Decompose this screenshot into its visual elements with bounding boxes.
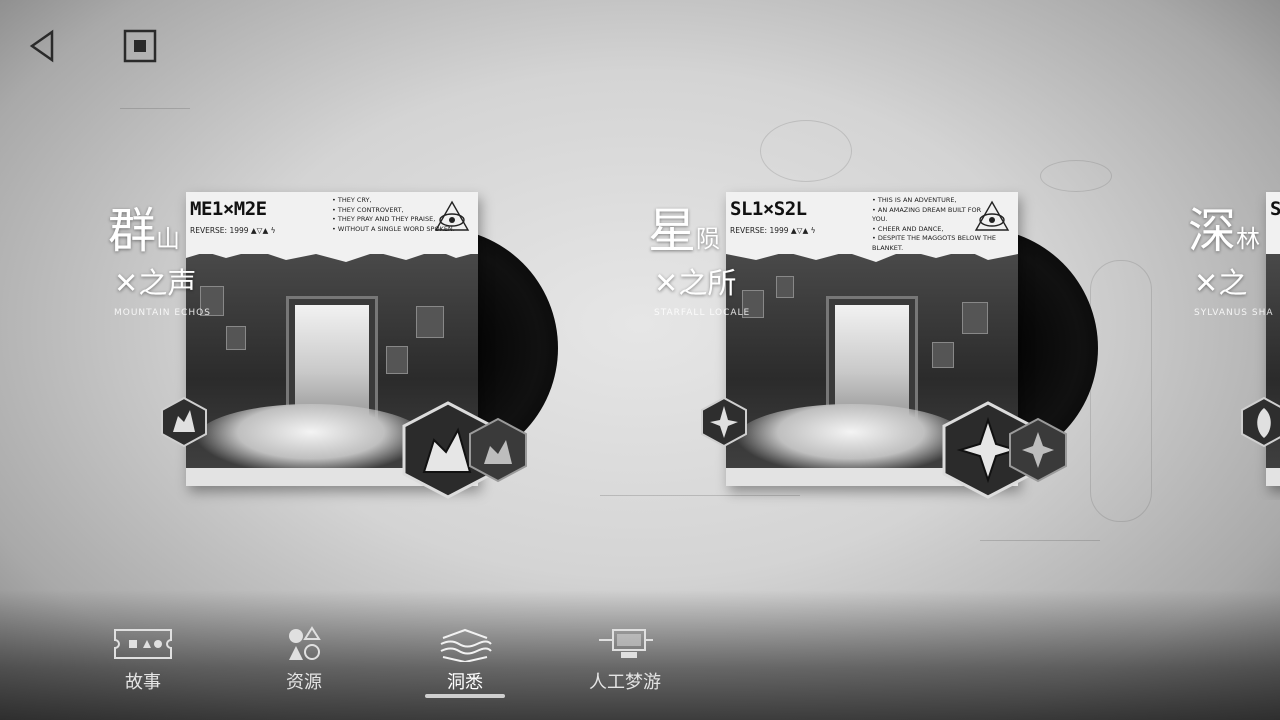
square-stop-icon (123, 29, 157, 63)
leaf-icon (1241, 396, 1280, 448)
background-sketch (1090, 260, 1152, 522)
stage-title: 群山 ✕之声 MOUNTAIN ECHOS (108, 204, 211, 318)
doorway (826, 296, 918, 420)
nav-label: 洞悉 (447, 672, 483, 693)
background-sketch-line (980, 540, 1100, 541)
nav-artificial-somnambulism[interactable]: 人工梦游 (575, 626, 675, 694)
title-line2: 之声 (138, 266, 197, 300)
nav-label: 资源 (286, 672, 322, 693)
cloud-mist (196, 404, 426, 474)
sleeve-header: ME1×M2E REVERSE: 1999 ▲▽▲ ϟ THEY CRY, TH… (186, 192, 478, 254)
title-main-char: 深 (1188, 203, 1237, 259)
title-line2: 之 (1218, 266, 1248, 300)
title-english: MOUNTAIN ECHOS (114, 308, 211, 318)
title-english: SYLVANUS SHA (1194, 308, 1274, 318)
active-tab-indicator (425, 694, 505, 698)
mountain-icon (161, 396, 207, 448)
shapes-icon (289, 626, 321, 660)
stage-card-starfall-locale[interactable]: SL1×S2L REVERSE: 1999 ▲▽▲ ϟ THIS IS AN A… (648, 190, 1098, 500)
cloud-mist (736, 404, 966, 474)
slash-cross-icon: ✕ (654, 266, 679, 300)
all-seeing-eye-icon (974, 200, 1010, 231)
doorway (286, 296, 378, 420)
computer-dream-icon (599, 629, 653, 658)
title-sub-char: 林 (1236, 225, 1261, 253)
slash-cross-icon: ✕ (114, 266, 139, 300)
stage-card-mountain-echos[interactable]: ME1×M2E REVERSE: 1999 ▲▽▲ ϟ THEY CRY, TH… (108, 190, 558, 500)
waves-insight-icon (440, 628, 492, 664)
back-button[interactable] (22, 26, 62, 66)
background-sketch (760, 120, 852, 182)
star-shard-icon (1009, 417, 1067, 483)
triangle-left-icon (29, 29, 54, 63)
stage-card-sylvanus[interactable]: S 深林 ✕之 SYLVANUS SHA (1188, 190, 1280, 500)
all-seeing-eye-icon (434, 200, 470, 231)
title-sub-char: 陨 (696, 225, 721, 253)
nav-story[interactable]: 故事 (93, 626, 193, 694)
sleeve-footer (1266, 468, 1280, 486)
stage-title: 深林 ✕之 SYLVANUS SHA (1188, 204, 1274, 318)
title-english: STARFALL LOCALE (654, 308, 751, 318)
home-button[interactable] (120, 26, 160, 66)
slash-cross-icon: ✕ (1194, 266, 1219, 300)
star-shard-icon (701, 396, 747, 448)
ticket-icon (114, 629, 172, 659)
title-sub-char: 山 (156, 225, 181, 253)
title-line2: 之所 (678, 266, 737, 300)
sleeve-header: SL1×S2L REVERSE: 1999 ▲▽▲ ϟ THIS IS AN A… (726, 192, 1018, 254)
title-main-char: 群 (108, 203, 157, 259)
title-main-char: 星 (648, 203, 697, 259)
nav-insight[interactable]: 洞悉 (415, 626, 515, 694)
nav-label: 人工梦游 (589, 672, 661, 693)
nav-label: 故事 (125, 672, 161, 693)
nav-resources[interactable]: 资源 (254, 626, 354, 694)
background-sketch (1040, 160, 1112, 192)
background-sketch-line (120, 108, 190, 109)
stage-title: 星陨 ✕之所 STARFALL LOCALE (648, 204, 750, 318)
mountain-icon (469, 417, 527, 483)
